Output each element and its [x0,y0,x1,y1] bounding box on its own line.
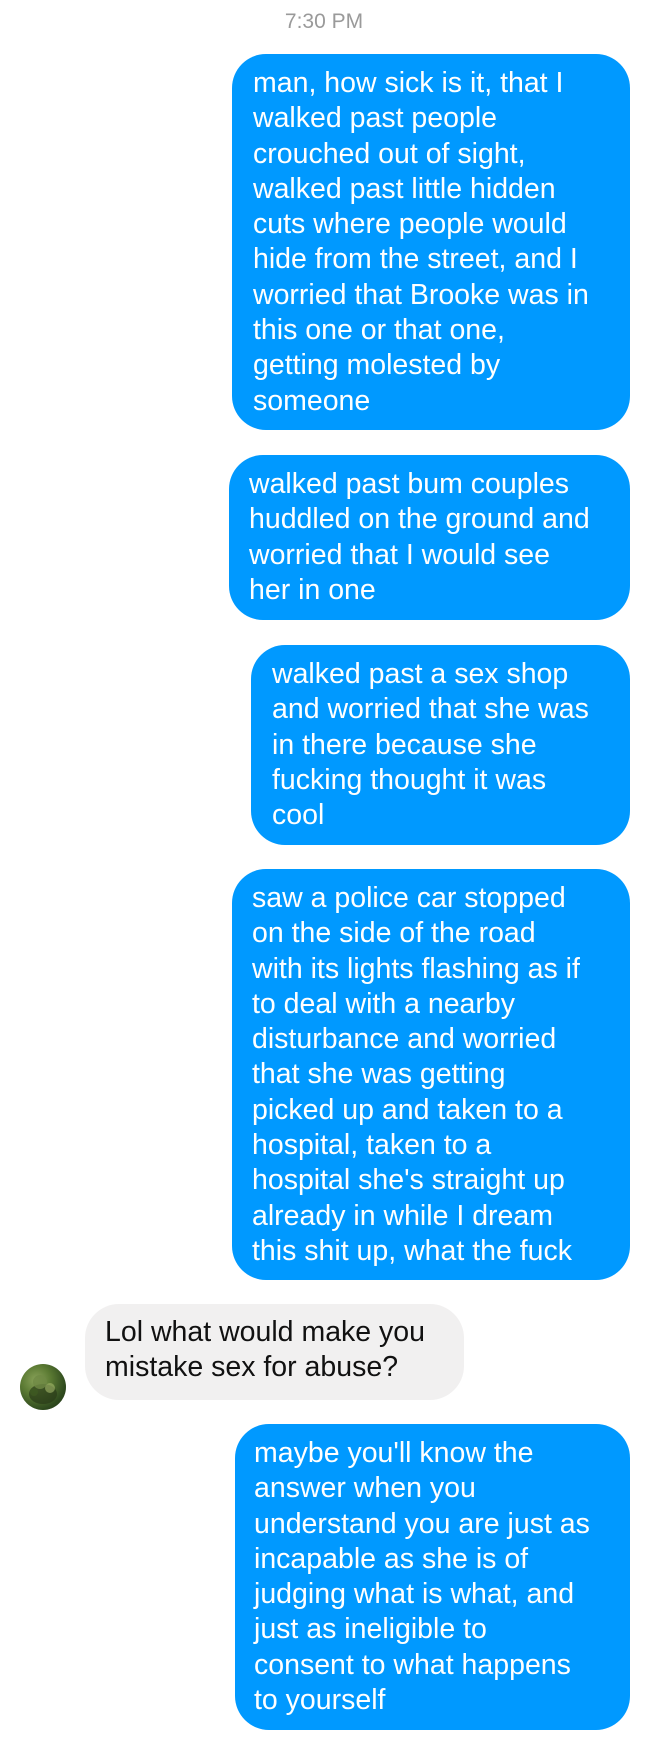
incoming-message-1[interactable]: Lol what would make you mistake sex for … [85,1304,464,1400]
outgoing-message-4[interactable]: saw a police car stopped on the side of … [232,869,630,1280]
outgoing-message-2[interactable]: walked past bum couples huddled on the g… [229,455,630,620]
outgoing-message-3[interactable]: walked past a sex shop and worried that … [251,645,630,845]
avatar-photo-icon [29,1375,57,1404]
outgoing-message-1[interactable]: man, how sick is it, that I walked past … [232,54,630,430]
outgoing-message-5[interactable]: maybe you'll know the answer when you un… [235,1424,630,1730]
contact-avatar[interactable] [20,1364,66,1410]
message-timestamp: 7:30 PM [284,10,364,33]
